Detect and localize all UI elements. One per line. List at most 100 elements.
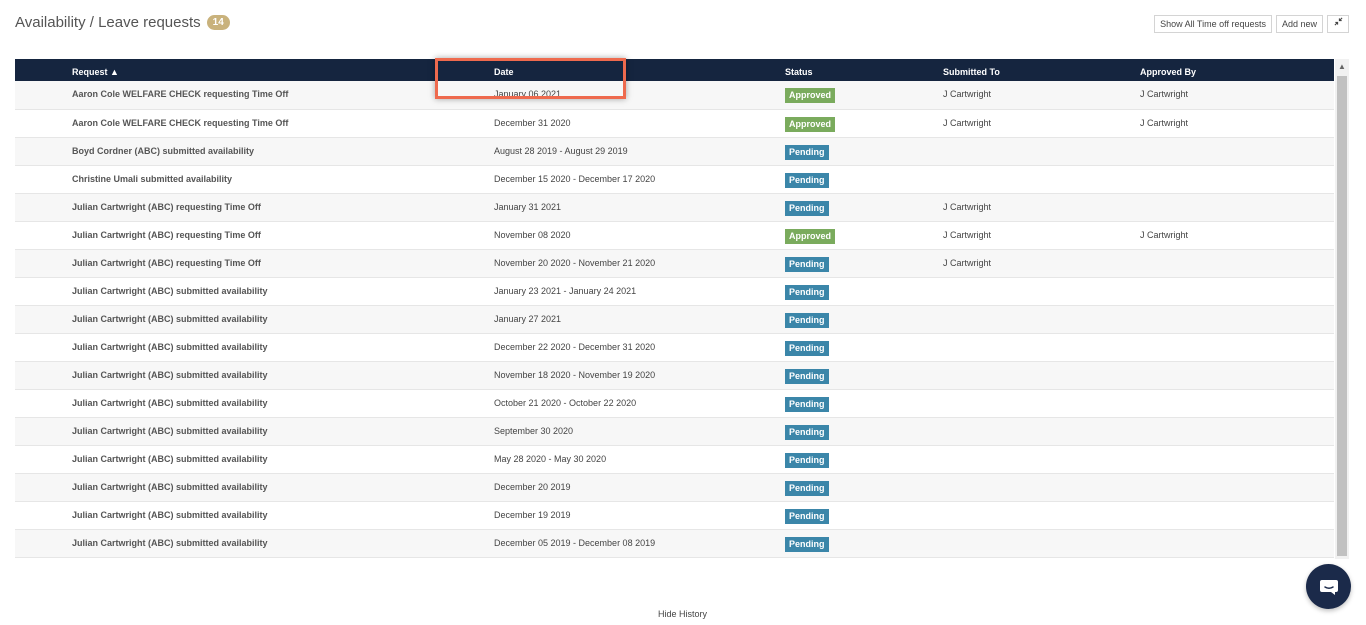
- cell-submitted-to: J Cartwright: [943, 89, 992, 99]
- column-header-submitted-to[interactable]: Submitted To: [943, 59, 1140, 81]
- status-badge: Pending: [785, 256, 829, 272]
- cell-date: December 05 2019 - December 08 2019: [494, 537, 656, 548]
- column-header-approved-by[interactable]: Approved By: [1140, 59, 1334, 81]
- cell-submitted-to: [943, 473, 1140, 501]
- table-row[interactable]: Christine Umali submitted availability De…: [15, 165, 1334, 193]
- cell-status: Pending: [785, 165, 943, 193]
- cell-approved-by: [1140, 249, 1334, 277]
- scroll-up-icon[interactable]: ▲: [1338, 62, 1346, 71]
- chat-bubble-icon: [1319, 579, 1338, 595]
- cell-date: October 21 2020 - October 22 2020: [494, 397, 637, 408]
- cell-submitted-to: [943, 417, 1140, 445]
- table-row[interactable]: Aaron Cole WELFARE CHECK requesting Time…: [15, 81, 1334, 109]
- table-row[interactable]: Julian Cartwright (ABC) submitted availa…: [15, 277, 1334, 305]
- cell-status: Pending: [785, 193, 943, 221]
- table-row[interactable]: Julian Cartwright (ABC) submitted availa…: [15, 501, 1334, 529]
- cell-status: Pending: [785, 305, 943, 333]
- vertical-scrollbar[interactable]: ▲: [1335, 59, 1349, 559]
- status-badge: Pending: [785, 368, 829, 384]
- table-row[interactable]: Julian Cartwright (ABC) submitted availa…: [15, 473, 1334, 501]
- cell-status: Pending: [785, 389, 943, 417]
- cell-request: Christine Umali submitted availability: [72, 173, 233, 184]
- status-badge: Pending: [785, 424, 829, 440]
- cell-status: Approved: [785, 109, 943, 137]
- scrollbar-thumb[interactable]: [1337, 76, 1347, 556]
- table-row[interactable]: Julian Cartwright (ABC) submitted availa…: [15, 305, 1334, 333]
- cell-request: Julian Cartwright (ABC) submitted availa…: [72, 397, 268, 408]
- cell-submitted-to: [943, 277, 1140, 305]
- page-title: Availability / Leave requests: [15, 14, 201, 31]
- cell-submitted-to: [943, 333, 1140, 361]
- collapse-icon: [1334, 17, 1342, 26]
- cell-request: Julian Cartwright (ABC) submitted availa…: [72, 453, 268, 464]
- cell-date: January 31 2021: [494, 201, 562, 212]
- cell-submitted-to: J Cartwright: [943, 229, 992, 240]
- cell-approved-by: [1140, 305, 1334, 333]
- cell-submitted-to: [943, 137, 1140, 165]
- cell-submitted-to: [943, 361, 1140, 389]
- cell-status: Approved: [785, 81, 943, 109]
- hide-history-link[interactable]: Hide History: [658, 609, 707, 619]
- table-row[interactable]: Julian Cartwright (ABC) submitted availa…: [15, 529, 1334, 557]
- cell-approved-by: [1140, 445, 1334, 473]
- table-header-row: Request ▲ Date Status Submitted To Appro…: [15, 59, 1334, 81]
- status-badge: Pending: [785, 536, 829, 552]
- cell-request: Julian Cartwright (ABC) submitted availa…: [72, 313, 268, 324]
- table-row[interactable]: Julian Cartwright (ABC) requesting Time …: [15, 221, 1334, 249]
- table-row[interactable]: Julian Cartwright (ABC) submitted availa…: [15, 333, 1334, 361]
- cell-approved-by: [1140, 165, 1334, 193]
- cell-approved-by: [1140, 137, 1334, 165]
- cell-request: Julian Cartwright (ABC) submitted availa…: [72, 285, 268, 296]
- cell-request: Julian Cartwright (ABC) requesting Time …: [72, 201, 261, 212]
- chat-button[interactable]: [1306, 564, 1351, 609]
- show-all-time-off-button[interactable]: Show All Time off requests: [1154, 15, 1272, 33]
- cell-status: Pending: [785, 445, 943, 473]
- cell-status: Pending: [785, 277, 943, 305]
- table-row[interactable]: Julian Cartwright (ABC) requesting Time …: [15, 193, 1334, 221]
- cell-status: Pending: [785, 361, 943, 389]
- cell-submitted-to: J Cartwright: [943, 257, 992, 268]
- cell-request: Julian Cartwright (ABC) submitted availa…: [72, 425, 268, 436]
- table-row[interactable]: Julian Cartwright (ABC) submitted availa…: [15, 361, 1334, 389]
- cell-date: December 20 2019: [494, 481, 571, 492]
- collapse-button[interactable]: [1327, 15, 1349, 33]
- status-badge: Approved: [785, 228, 836, 244]
- column-header-request[interactable]: Request ▲: [15, 59, 494, 81]
- status-badge: Approved: [785, 88, 836, 103]
- status-badge: Pending: [785, 452, 829, 468]
- request-count-badge: 14: [206, 15, 230, 30]
- add-new-button[interactable]: Add new: [1275, 15, 1323, 33]
- cell-request: Julian Cartwright (ABC) submitted availa…: [72, 537, 268, 548]
- cell-date: January 27 2021: [494, 313, 562, 324]
- cell-submitted-to: [943, 389, 1140, 417]
- cell-status: Pending: [785, 501, 943, 529]
- table-row[interactable]: Julian Cartwright (ABC) submitted availa…: [15, 417, 1334, 445]
- cell-approved-by: [1140, 417, 1334, 445]
- table-row[interactable]: Aaron Cole WELFARE CHECK requesting Time…: [15, 109, 1334, 137]
- cell-status: Approved: [785, 221, 943, 249]
- table-row[interactable]: Julian Cartwright (ABC) submitted availa…: [15, 389, 1334, 417]
- cell-date: December 22 2020 - December 31 2020: [494, 341, 656, 352]
- cell-request: Aaron Cole WELFARE CHECK requesting Time…: [72, 117, 289, 128]
- cell-submitted-to: [943, 529, 1140, 557]
- cell-approved-by: [1140, 277, 1334, 305]
- cell-request: Boyd Cordner (ABC) submitted availabilit…: [72, 145, 255, 156]
- cell-submitted-to: J Cartwright: [943, 201, 992, 212]
- status-badge: Pending: [785, 144, 829, 160]
- cell-submitted-to: [943, 165, 1140, 193]
- cell-approved-by: [1140, 333, 1334, 361]
- cell-status: Pending: [785, 473, 943, 501]
- cell-date: November 20 2020 - November 21 2020: [494, 257, 656, 268]
- cell-approved-by: J Cartwright: [1140, 229, 1189, 240]
- column-header-status[interactable]: Status: [785, 59, 943, 81]
- status-badge: Pending: [785, 508, 829, 524]
- cell-approved-by: [1140, 389, 1334, 417]
- status-badge: Pending: [785, 396, 829, 412]
- column-header-date[interactable]: Date: [494, 59, 785, 81]
- cell-status: Pending: [785, 417, 943, 445]
- table-row[interactable]: Julian Cartwright (ABC) requesting Time …: [15, 249, 1334, 277]
- table-row[interactable]: Boyd Cordner (ABC) submitted availabilit…: [15, 137, 1334, 165]
- cell-submitted-to: [943, 445, 1140, 473]
- requests-table: Request ▲ Date Status Submitted To Appro…: [15, 59, 1334, 558]
- table-row[interactable]: Julian Cartwright (ABC) submitted availa…: [15, 445, 1334, 473]
